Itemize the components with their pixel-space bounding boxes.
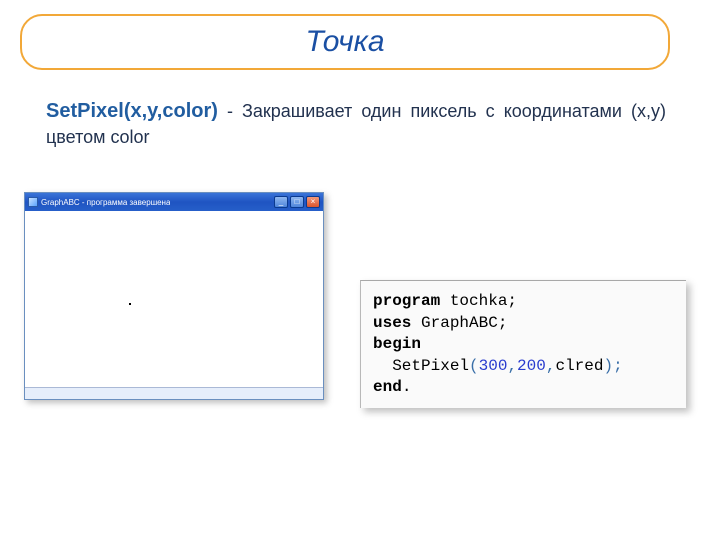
code-kw-uses: uses <box>373 314 411 332</box>
code-num1: 300 <box>479 357 508 375</box>
minimize-button[interactable]: _ <box>274 196 288 208</box>
pixel-dot <box>129 303 131 305</box>
code-l1-rest: tochka; <box>440 292 517 310</box>
close-button[interactable]: × <box>306 196 320 208</box>
code-arg: clred <box>555 357 603 375</box>
code-kw-end: end <box>373 378 402 396</box>
titlebar-left: GraphABC - программа завершена <box>28 197 170 207</box>
code-num2: 200 <box>517 357 546 375</box>
code-snippet: program tochka; uses GraphABC; begin Set… <box>360 280 686 408</box>
code-fn: SetPixel <box>392 357 469 375</box>
code-close: ); <box>603 357 622 375</box>
function-signature: SetPixel(x,y,color) <box>46 100 218 122</box>
code-kw-begin: begin <box>373 335 421 353</box>
code-l2-rest: GraphABC; <box>411 314 507 332</box>
app-icon <box>28 197 38 207</box>
window-title: GraphABC - программа завершена <box>41 198 170 207</box>
slide-title-container: Точка <box>20 14 670 70</box>
description-paragraph: SetPixel(x,y,color) - Закрашивает один п… <box>46 98 666 149</box>
code-kw-program: program <box>373 292 440 310</box>
window-statusbar <box>25 387 323 399</box>
window-controls: _ □ × <box>274 196 320 208</box>
window-client-area <box>25 211 323 387</box>
code-dot: . <box>402 378 412 396</box>
slide-title: Точка <box>305 25 384 59</box>
app-window: GraphABC - программа завершена _ □ × <box>24 192 324 400</box>
code-comma1: , <box>507 357 517 375</box>
description-sep: - <box>218 101 242 121</box>
code-open: ( <box>469 357 479 375</box>
maximize-button[interactable]: □ <box>290 196 304 208</box>
window-titlebar: GraphABC - программа завершена _ □ × <box>25 193 323 211</box>
code-indent <box>373 357 392 375</box>
